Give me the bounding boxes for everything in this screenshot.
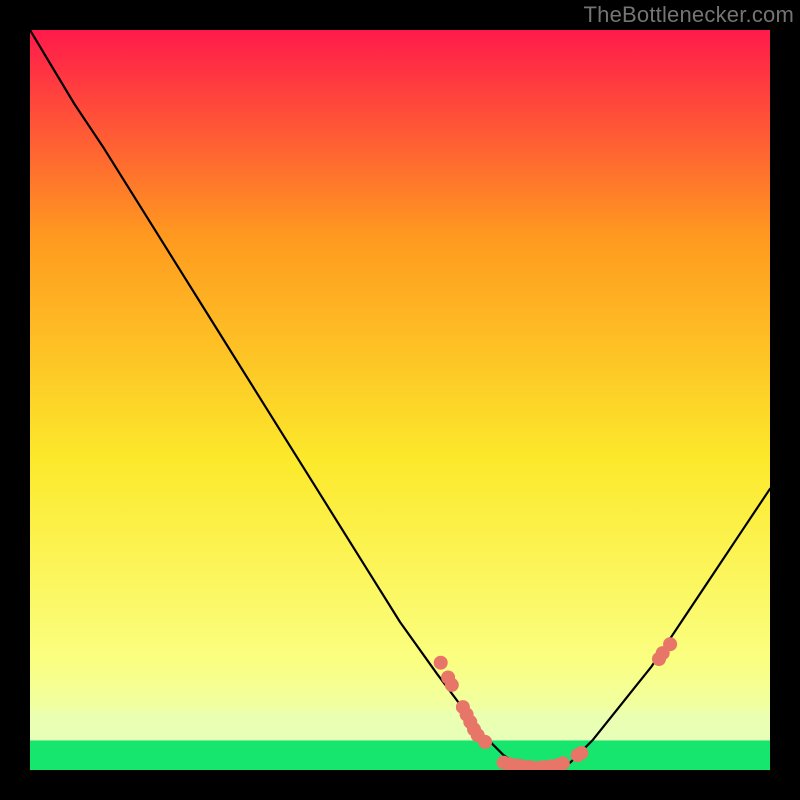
chart-container: TheBottlenecker.com — [0, 0, 800, 800]
plot-area — [30, 30, 770, 770]
chart-svg — [30, 30, 770, 770]
watermark-text: TheBottlenecker.com — [584, 2, 794, 28]
